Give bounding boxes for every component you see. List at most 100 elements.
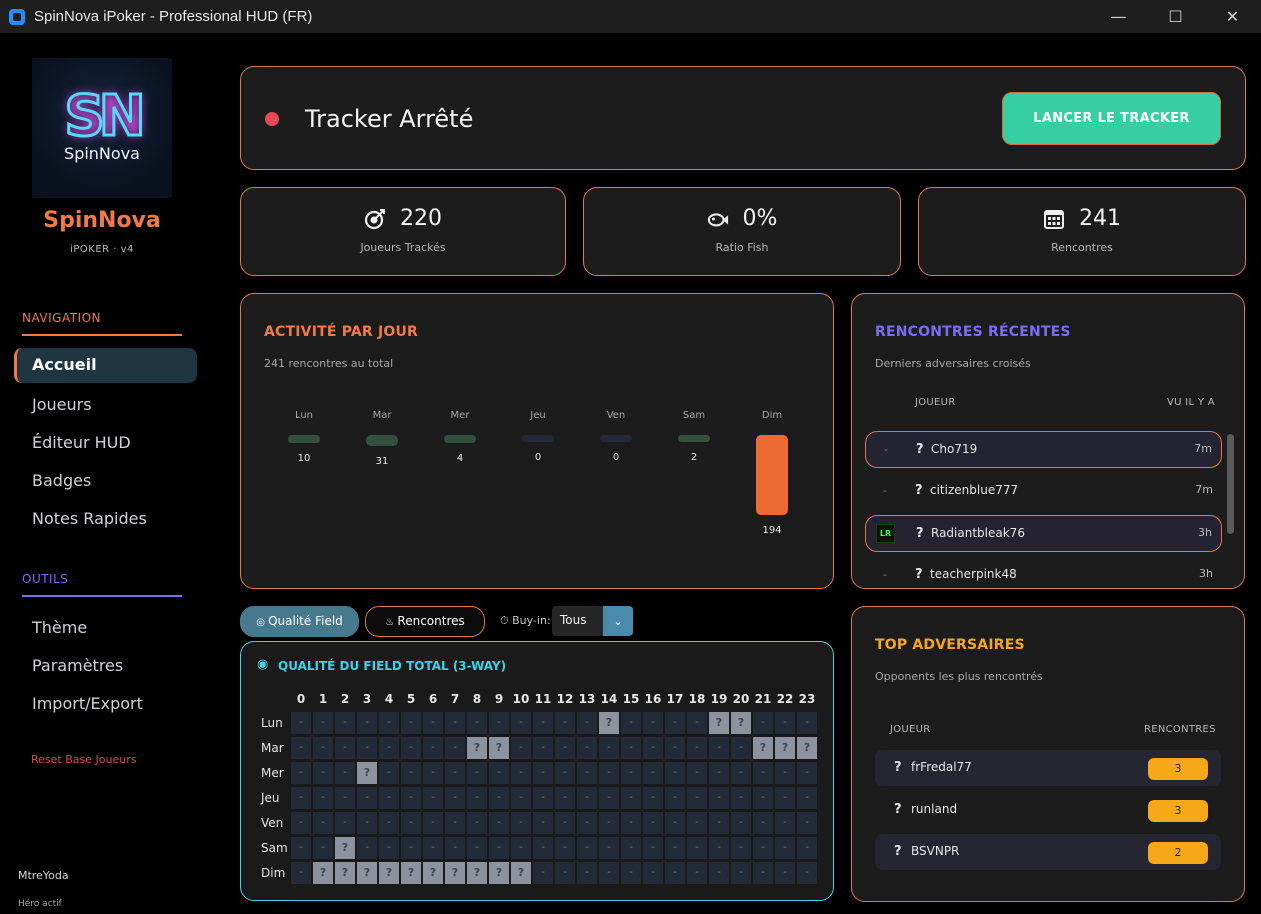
table-row[interactable]: ? frFredal77 3	[875, 750, 1221, 786]
heatmap-cell[interactable]: ?	[467, 737, 487, 759]
heatmap-cell[interactable]: ?	[379, 862, 399, 884]
heatmap-cell[interactable]: -	[577, 762, 597, 784]
heatmap-cell[interactable]: -	[753, 787, 773, 809]
heatmap-cell[interactable]: -	[643, 787, 663, 809]
heatmap-cell[interactable]: -	[709, 762, 729, 784]
table-row[interactable]: ? BSVNPR 2	[875, 834, 1221, 870]
heatmap-cell[interactable]: -	[511, 837, 531, 859]
heatmap-cell[interactable]: -	[335, 762, 355, 784]
heatmap-cell[interactable]: -	[775, 712, 795, 734]
heatmap-cell[interactable]: ?	[731, 712, 751, 734]
heatmap-cell[interactable]: -	[709, 812, 729, 834]
heatmap-cell[interactable]: -	[401, 812, 421, 834]
heatmap-cell[interactable]: -	[797, 762, 817, 784]
heatmap-cell[interactable]: -	[445, 837, 465, 859]
heatmap-cell[interactable]: -	[313, 737, 333, 759]
heatmap-cell[interactable]: -	[797, 712, 817, 734]
minimize-button[interactable]: —	[1090, 0, 1147, 33]
heatmap-cell[interactable]: -	[621, 787, 641, 809]
heatmap-cell[interactable]: -	[335, 737, 355, 759]
heatmap-cell[interactable]: ?	[753, 737, 773, 759]
heatmap-cell[interactable]: ?	[357, 862, 377, 884]
heatmap-cell[interactable]: -	[467, 712, 487, 734]
heatmap-cell[interactable]: -	[401, 787, 421, 809]
heatmap-cell[interactable]: -	[775, 787, 795, 809]
heatmap-cell[interactable]: -	[555, 787, 575, 809]
heatmap-cell[interactable]: -	[313, 837, 333, 859]
heatmap-cell[interactable]: -	[555, 712, 575, 734]
heatmap-cell[interactable]: ?	[489, 862, 509, 884]
heatmap-cell[interactable]: -	[291, 837, 311, 859]
heatmap-cell[interactable]: -	[313, 762, 333, 784]
heatmap-cell[interactable]: -	[797, 787, 817, 809]
heatmap-cell[interactable]: -	[379, 837, 399, 859]
heatmap-cell[interactable]: -	[621, 837, 641, 859]
heatmap-cell[interactable]: -	[753, 712, 773, 734]
heatmap-cell[interactable]: -	[533, 762, 553, 784]
heatmap-cell[interactable]: -	[291, 762, 311, 784]
heatmap-cell[interactable]: -	[423, 762, 443, 784]
heatmap-cell[interactable]: -	[687, 787, 707, 809]
heatmap-cell[interactable]: -	[467, 762, 487, 784]
heatmap-cell[interactable]: -	[775, 862, 795, 884]
heatmap-cell[interactable]: -	[599, 812, 619, 834]
heatmap-cell[interactable]: -	[445, 737, 465, 759]
heatmap-cell[interactable]: -	[665, 812, 685, 834]
list-item[interactable]: -? teacherpink48 3h	[865, 557, 1222, 588]
heatmap-cell[interactable]: -	[621, 712, 641, 734]
heatmap-cell[interactable]: -	[687, 737, 707, 759]
heatmap-cell[interactable]: -	[423, 737, 443, 759]
buyin-select[interactable]: Tous ⌄	[552, 606, 633, 636]
heatmap-cell[interactable]: ?	[313, 862, 333, 884]
heatmap-cell[interactable]: -	[775, 812, 795, 834]
nav-item-parametres[interactable]: Paramètres	[32, 656, 123, 675]
heatmap-cell[interactable]: -	[643, 712, 663, 734]
nav-item-notes-rapides[interactable]: Notes Rapides	[32, 509, 147, 528]
heatmap-cell[interactable]: -	[577, 862, 597, 884]
heatmap-cell[interactable]: -	[357, 712, 377, 734]
heatmap-cell[interactable]: -	[599, 862, 619, 884]
heatmap-cell[interactable]: -	[731, 862, 751, 884]
heatmap-cell[interactable]: -	[379, 712, 399, 734]
player-name[interactable]: teacherpink48	[930, 567, 1017, 581]
heatmap-cell[interactable]: -	[731, 762, 751, 784]
heatmap-cell[interactable]: -	[731, 737, 751, 759]
heatmap-cell[interactable]: -	[555, 737, 575, 759]
heatmap-cell[interactable]: ?	[599, 712, 619, 734]
heatmap-cell[interactable]: -	[335, 787, 355, 809]
heatmap-cell[interactable]: -	[555, 762, 575, 784]
heatmap-cell[interactable]: -	[511, 812, 531, 834]
heatmap-cell[interactable]: -	[467, 812, 487, 834]
heatmap-cell[interactable]: ?	[423, 862, 443, 884]
heatmap-cell[interactable]: -	[621, 812, 641, 834]
heatmap-cell[interactable]: -	[533, 812, 553, 834]
heatmap-cell[interactable]: -	[335, 812, 355, 834]
heatmap-cell[interactable]: -	[709, 862, 729, 884]
nav-item-editeur-hud[interactable]: Éditeur HUD	[32, 433, 131, 452]
heatmap-cell[interactable]: -	[775, 837, 795, 859]
heatmap-cell[interactable]: -	[291, 712, 311, 734]
heatmap-cell[interactable]: -	[621, 762, 641, 784]
tab-rencontres[interactable]: ♨ Rencontres	[365, 606, 485, 637]
list-item[interactable]: -? Cho719 7m	[865, 431, 1222, 468]
heatmap-cell[interactable]: -	[709, 737, 729, 759]
launch-tracker-button[interactable]: LANCER LE TRACKER	[1002, 92, 1221, 145]
heatmap-cell[interactable]: -	[467, 787, 487, 809]
heatmap-cell[interactable]: -	[511, 737, 531, 759]
heatmap-cell[interactable]: ?	[335, 862, 355, 884]
heatmap-cell[interactable]: -	[445, 812, 465, 834]
heatmap-cell[interactable]: -	[533, 837, 553, 859]
heatmap-cell[interactable]: -	[643, 862, 663, 884]
heatmap-cell[interactable]: -	[577, 712, 597, 734]
heatmap-cell[interactable]: -	[379, 762, 399, 784]
nav-item-import-export[interactable]: Import/Export	[32, 694, 143, 713]
heatmap-cell[interactable]: -	[643, 737, 663, 759]
heatmap-cell[interactable]: -	[599, 837, 619, 859]
heatmap-cell[interactable]: -	[797, 812, 817, 834]
heatmap-cell[interactable]: -	[797, 862, 817, 884]
heatmap-cell[interactable]: -	[291, 737, 311, 759]
table-row[interactable]: ? runland 3	[875, 792, 1221, 828]
heatmap-cell[interactable]: -	[357, 787, 377, 809]
heatmap-cell[interactable]: -	[665, 737, 685, 759]
heatmap-cell[interactable]: -	[709, 837, 729, 859]
